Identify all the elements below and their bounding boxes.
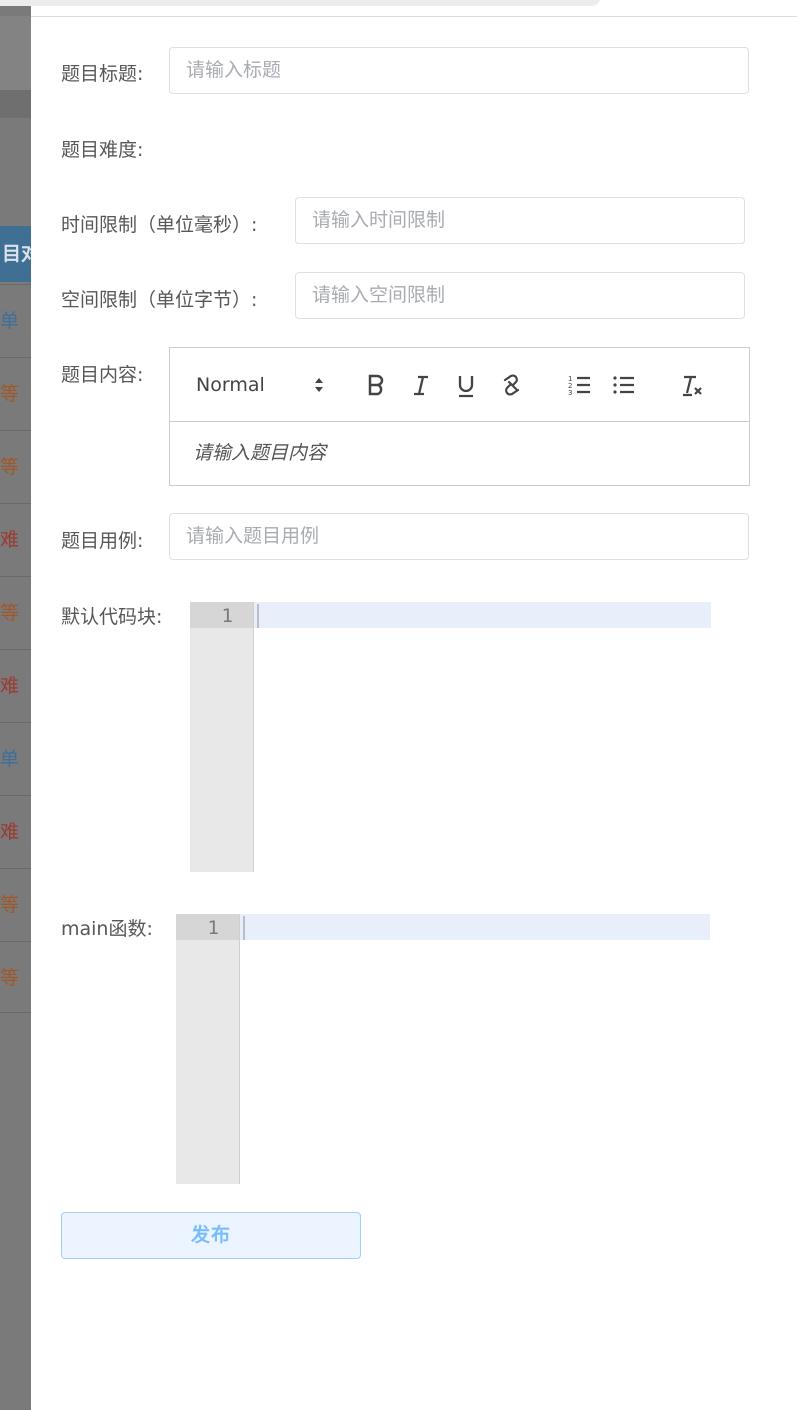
title-input[interactable]: 请输入标题 — [169, 47, 749, 94]
default-code-editor[interactable]: 1 — [190, 602, 711, 872]
bullet-list-icon[interactable] — [612, 372, 636, 398]
line-gutter: 1 — [176, 914, 240, 1184]
line-number: 1 — [221, 605, 233, 627]
line-number: 1 — [207, 917, 219, 939]
table-row: 单 — [0, 284, 31, 357]
header-select[interactable]: Normal — [196, 372, 324, 398]
space-limit-input[interactable]: 请输入空间限制 — [295, 272, 745, 319]
select-arrows-icon — [314, 372, 324, 399]
table-row: 等 — [0, 357, 31, 430]
table-row: 等 — [0, 868, 31, 941]
background-band — [0, 90, 31, 118]
table-row: 难 — [0, 503, 31, 576]
main-func-editor[interactable]: 1 — [176, 914, 710, 1184]
table-header: 目对 — [0, 226, 31, 282]
search-bar — [0, 0, 601, 6]
example-label: 题目用例: — [61, 530, 144, 552]
space-limit-label: 空间限制（单位字节）: — [61, 289, 258, 311]
time-limit-input[interactable]: 请输入时间限制 — [295, 197, 745, 244]
content-editor[interactable]: 请输入题目内容 — [170, 422, 749, 485]
content-label: 题目内容: — [61, 364, 144, 386]
link-icon[interactable] — [500, 372, 524, 398]
clear-format-icon[interactable] — [680, 372, 704, 398]
line-gutter: 1 — [190, 602, 254, 872]
publish-button[interactable]: 发布 — [61, 1212, 361, 1259]
main-func-label: main函数: — [61, 918, 153, 940]
editor-toolbar: Normal 123 — [170, 348, 749, 422]
active-line — [240, 914, 710, 940]
active-line — [254, 602, 711, 628]
example-input[interactable]: 请输入题目用例 — [169, 513, 749, 560]
text-cursor — [243, 916, 245, 940]
table-row: 难 — [0, 649, 31, 722]
top-bar — [0, 0, 797, 17]
table-row: 等 — [0, 941, 31, 1013]
default-code-label: 默认代码块: — [61, 606, 163, 628]
header-select-value: Normal — [196, 374, 265, 396]
table-row: 难 — [0, 795, 31, 868]
time-limit-label: 时间限制（单位毫秒）: — [61, 214, 258, 236]
question-drawer: 题目标题: 请输入标题 题目难度: 时间限制（单位毫秒）: 请输入时间限制 空间… — [31, 17, 797, 1410]
rich-text-editor: Normal 123 请输入题目内容 — [169, 347, 750, 486]
bold-icon[interactable] — [366, 372, 386, 398]
italic-icon[interactable] — [411, 372, 431, 398]
title-label: 题目标题: — [61, 63, 144, 85]
text-cursor — [257, 604, 259, 628]
table-row: 单 — [0, 722, 31, 795]
difficulty-label: 题目难度: — [61, 139, 144, 161]
svg-text:3: 3 — [568, 389, 572, 397]
table-row: 等 — [0, 576, 31, 649]
underline-icon[interactable] — [456, 372, 476, 398]
table-row: 等 — [0, 430, 31, 503]
ordered-list-icon[interactable]: 123 — [568, 372, 592, 398]
background-band — [0, 16, 31, 90]
